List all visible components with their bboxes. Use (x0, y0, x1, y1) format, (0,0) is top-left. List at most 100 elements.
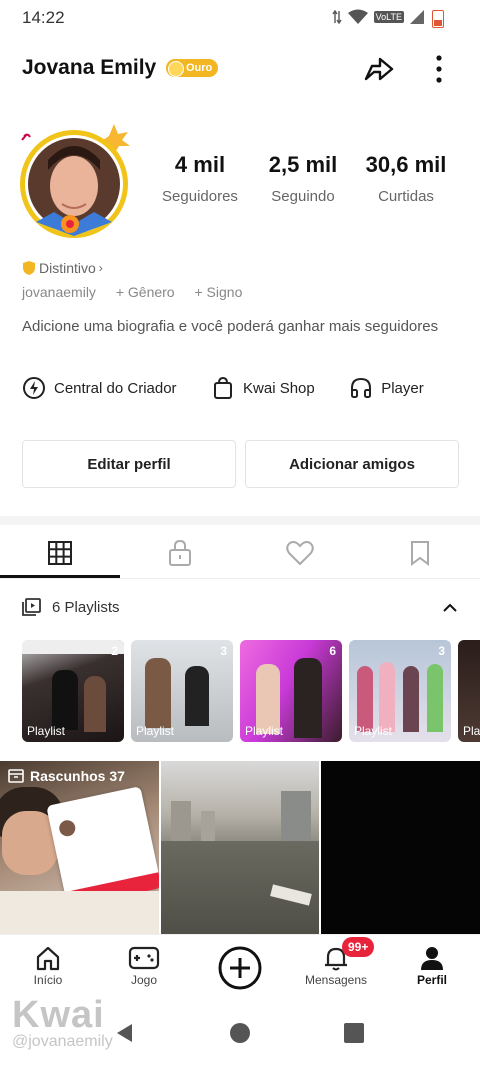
bio-prompt[interactable]: Adicione uma biografia e você poderá gan… (22, 317, 452, 336)
section-divider (0, 516, 480, 525)
nav-label: Mensagens (304, 973, 368, 987)
tab-grid[interactable] (45, 539, 75, 567)
playlist-card[interactable]: 3 Playlist (349, 640, 451, 742)
playlist-card[interactable]: 2 Playlist (22, 640, 124, 742)
signal-icon (410, 10, 424, 24)
chevron-up-icon (443, 603, 457, 612)
tool-label: Kwai Shop (243, 379, 315, 397)
nav-label: Perfil (416, 973, 447, 987)
playlist-label: Playlist (354, 724, 393, 738)
notification-badge: 99+ (342, 937, 375, 957)
nav-game[interactable]: Jogo (104, 943, 184, 987)
home-circle-icon (230, 1023, 250, 1043)
playlist-count: 3 (438, 644, 445, 658)
stat-likes[interactable]: 30,6 mil Curtidas (356, 152, 456, 205)
drafts-label: Rascunhos 37 (8, 768, 125, 784)
username: jovanaemily (22, 284, 96, 300)
recents-button[interactable] (343, 1022, 365, 1049)
tab-saved[interactable] (405, 539, 435, 567)
watermark-user: @jovanaemily (12, 1033, 113, 1050)
nav-label: Início (33, 973, 63, 987)
avatar-frame (20, 124, 130, 238)
tools-row: Central do Criador Kwai Shop Player (22, 376, 480, 406)
creator-center-icon (23, 377, 45, 399)
plus-circle-icon (218, 946, 262, 990)
playlist-card[interactable]: 6 Playlist (240, 640, 342, 742)
playlist-card[interactable]: Pla (458, 640, 480, 742)
playlists-header[interactable]: 6 Playlists (22, 598, 120, 616)
playlist-card[interactable]: 3 Playlist (131, 640, 233, 742)
playlists-count: 6 Playlists (52, 598, 120, 616)
stat-label: Seguidores (162, 188, 238, 205)
creator-center-button[interactable]: Central do Criador (22, 376, 177, 400)
create-button[interactable] (200, 945, 280, 991)
tab-liked[interactable] (285, 539, 315, 567)
video-cell[interactable] (161, 761, 319, 934)
stat-following[interactable]: 2,5 mil Seguindo (253, 152, 353, 205)
watermark-brand: Kwai (12, 994, 105, 1036)
stat-followers[interactable]: 4 mil Seguidores (150, 152, 250, 205)
home-system-button[interactable] (229, 1022, 251, 1049)
video-grid: Rascunhos 37 (0, 761, 480, 934)
stat-value: 4 mil (174, 152, 226, 177)
nav-label: Jogo (130, 973, 158, 987)
add-gender-link[interactable]: + Gênero (116, 284, 175, 300)
share-icon (364, 57, 394, 81)
drafts-count: Rascunhos 37 (30, 768, 125, 784)
avatar[interactable] (14, 120, 136, 242)
profile-meta-row: jovanaemily + Gênero + Signo (22, 284, 258, 300)
playlist-label: Pla (463, 724, 480, 738)
edit-profile-button[interactable]: Editar perfil (22, 440, 236, 488)
add-sign-link[interactable]: + Signo (194, 284, 242, 300)
drafts-box-icon (8, 769, 24, 783)
chevron-right-icon: › (98, 261, 103, 275)
battery-icon (432, 10, 444, 28)
playlist-label: Playlist (136, 724, 175, 738)
data-arrows-icon (332, 10, 342, 24)
tabs-divider (0, 578, 480, 579)
volte-label: VoLTE (373, 11, 404, 23)
bottom-nav: Início Jogo Mensagens Perfil (0, 934, 480, 999)
video-cell[interactable] (321, 761, 480, 934)
more-options-button[interactable] (424, 52, 454, 86)
content-tabs (0, 527, 480, 577)
stat-label: Curtidas (378, 188, 434, 205)
stat-label: Seguindo (271, 188, 335, 205)
stat-value: 30,6 mil (365, 152, 447, 177)
headphones-icon (351, 377, 372, 398)
playlist-icon (22, 598, 41, 616)
share-button[interactable] (362, 52, 396, 86)
recents-square-icon (344, 1023, 364, 1043)
kwai-shop-button[interactable]: Kwai Shop (211, 376, 315, 400)
distintivo-link[interactable]: Distintivo › (22, 260, 103, 276)
gamepad-icon (128, 946, 160, 970)
tool-label: Player (381, 379, 424, 397)
level-badge[interactable]: Ouro (166, 59, 219, 77)
wifi-icon (347, 9, 368, 24)
back-button[interactable] (114, 1022, 136, 1049)
playlist-count: 6 (329, 644, 336, 658)
heart-icon (286, 541, 314, 566)
back-triangle-icon (117, 1024, 132, 1042)
kwai-watermark: Kwai @jovanaemily (12, 994, 113, 1051)
playlist-label: Playlist (245, 724, 284, 738)
status-icons: VoLTE (332, 9, 424, 25)
bookmark-icon (411, 541, 429, 566)
grid-icon (48, 541, 72, 565)
player-button[interactable]: Player (349, 376, 424, 400)
shopping-bag-icon (214, 376, 233, 399)
lock-icon (169, 539, 191, 566)
tab-private[interactable] (165, 539, 195, 567)
nav-home[interactable]: Início (8, 943, 88, 987)
person-icon (421, 947, 443, 970)
shield-badge-icon (23, 261, 35, 275)
collapse-playlists-button[interactable] (440, 598, 460, 618)
stat-value: 2,5 mil (268, 152, 338, 177)
playlist-label: Playlist (27, 724, 66, 738)
more-vertical-icon (436, 55, 442, 83)
playlist-count: 3 (220, 644, 227, 658)
drafts-cell[interactable]: Rascunhos 37 (0, 761, 159, 934)
add-friends-button[interactable]: Adicionar amigos (245, 440, 459, 488)
nav-profile[interactable]: Perfil (392, 943, 472, 987)
coin-icon (168, 61, 184, 77)
